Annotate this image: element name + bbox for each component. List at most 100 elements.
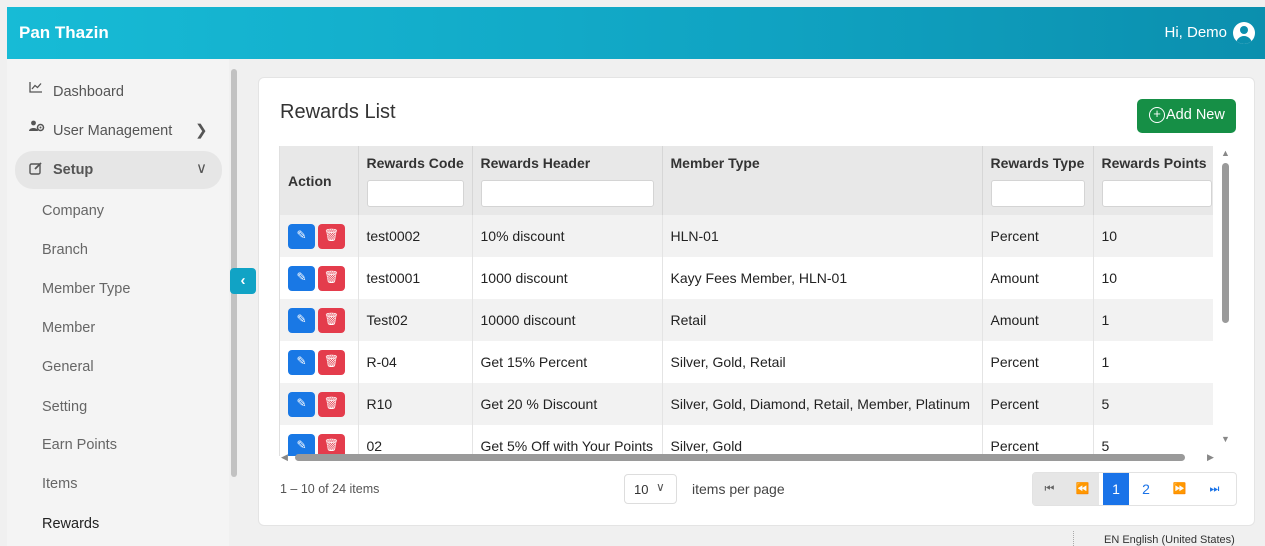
- collapse-sidebar-button[interactable]: ‹: [230, 268, 256, 294]
- add-new-button[interactable]: + Add New: [1137, 99, 1236, 133]
- page-button-2[interactable]: 2: [1133, 473, 1159, 505]
- sidebar-subitem[interactable]: Member Type: [42, 281, 130, 297]
- column-header-label: Rewards Type: [990, 155, 1085, 171]
- scroll-down-icon[interactable]: ▼: [1221, 434, 1230, 444]
- sidebar-item-label: Dashboard: [53, 84, 124, 100]
- user-greeting[interactable]: Hi, Demo: [1164, 24, 1227, 41]
- filter-input[interactable]: [990, 180, 1085, 207]
- table-row[interactable]: ✎ 🗑 test0002 10% discount HLN-01 Percent 10: [280, 215, 1213, 257]
- sidebar-subitem[interactable]: Items: [42, 476, 77, 492]
- filter-input[interactable]: [1101, 180, 1212, 207]
- column-header-rewards-type: Rewards Type: [982, 146, 1094, 215]
- table-cell: Kayy Fees Member, HLN-01: [662, 257, 983, 299]
- column-header-rewards-code: Rewards Code: [358, 146, 473, 215]
- delete-button[interactable]: 🗑: [318, 307, 345, 333]
- trash-icon: 🗑: [323, 395, 340, 410]
- page-title: Rewards List: [280, 101, 396, 123]
- page-size-value: 10: [634, 482, 649, 497]
- action-cell: ✎ 🗑: [280, 383, 359, 425]
- delete-button[interactable]: 🗑: [318, 349, 345, 375]
- scroll-up-icon[interactable]: ▲: [1221, 148, 1230, 158]
- table-cell: Get 20 % Discount: [472, 383, 663, 425]
- app-window: Pan Thazin Hi, Demo Dashboard User Manag…: [0, 0, 1265, 546]
- sidebar-item-dashboard[interactable]: Dashboard: [7, 81, 222, 105]
- delete-button[interactable]: 🗑: [318, 265, 345, 291]
- sidebar-subitem[interactable]: Company: [42, 203, 104, 219]
- table-cell: Silver, Gold, Retail: [662, 341, 983, 383]
- table-cell: Test02: [358, 299, 473, 341]
- column-header-label: Member Type: [670, 155, 760, 171]
- table-cell: 1000 discount: [472, 257, 663, 299]
- pencil-icon: ✎: [296, 227, 307, 242]
- top-bar: Pan Thazin Hi, Demo: [7, 7, 1265, 59]
- trash-icon: 🗑: [323, 353, 340, 368]
- action-cell: ✎ 🗑: [280, 215, 359, 257]
- table-cell: test0001: [358, 257, 473, 299]
- filter-input[interactable]: [366, 180, 464, 207]
- pencil-icon: ✎: [296, 395, 307, 410]
- sidebar-subitem[interactable]: Earn Points: [42, 437, 117, 453]
- brand-title[interactable]: Pan Thazin: [19, 23, 109, 43]
- table-cell: Retail: [662, 299, 983, 341]
- page-button-1[interactable]: 1: [1103, 473, 1129, 505]
- users-gear-icon: [29, 120, 45, 135]
- table-cell: R-04: [358, 341, 473, 383]
- table-row[interactable]: ✎ 🗑 R10 Get 20 % Discount Silver, Gold, Diam…: [280, 383, 1213, 425]
- delete-button[interactable]: 🗑: [318, 391, 345, 417]
- sidebar-scrollbar[interactable]: [230, 59, 238, 546]
- trash-icon: 🗑: [323, 227, 340, 242]
- trash-icon: 🗑: [323, 437, 340, 452]
- table-cell: Amount: [982, 299, 1094, 341]
- edit-button[interactable]: ✎: [288, 265, 315, 291]
- column-header-rewards-header: Rewards Header: [472, 146, 663, 215]
- language-indicator[interactable]: EN English (United States): [1104, 534, 1235, 546]
- chart-line-icon: [29, 81, 43, 96]
- table-row[interactable]: ✎ 🗑 test0001 1000 discount Kayy Fees Member,…: [280, 257, 1213, 299]
- first-page-icon[interactable]: ⏮: [1033, 473, 1066, 505]
- sidebar-item-setup[interactable]: Setup ∨: [15, 151, 222, 189]
- delete-button[interactable]: 🗑: [318, 223, 345, 249]
- grid-vertical-scrollbar[interactable]: ▲ ▼: [1219, 146, 1233, 456]
- previous-page-icon[interactable]: ⏪: [1066, 473, 1099, 505]
- chevron-right-icon: ❯: [195, 122, 208, 139]
- edit-button[interactable]: ✎: [288, 391, 315, 417]
- table-cell: 10: [1093, 215, 1213, 257]
- pencil-icon: ✎: [296, 269, 307, 284]
- edit-button[interactable]: ✎: [288, 223, 315, 249]
- sidebar-item-user-management[interactable]: User Management ❯: [7, 120, 222, 144]
- page-size-select[interactable]: 10 ∨: [624, 474, 677, 504]
- pencil-icon: ✎: [296, 437, 307, 452]
- chevron-down-icon: ∨: [656, 480, 665, 494]
- table-cell: Amount: [982, 257, 1094, 299]
- next-page-icon[interactable]: ⏩: [1163, 473, 1196, 505]
- edit-button[interactable]: ✎: [288, 349, 315, 375]
- table-row[interactable]: ✎ 🗑 R-04 Get 15% Percent Silver, Gold, Retai…: [280, 341, 1213, 383]
- edit-button[interactable]: ✎: [288, 307, 315, 333]
- filter-input[interactable]: [480, 180, 654, 207]
- add-new-label: Add New: [1166, 107, 1225, 123]
- sidebar-subitem[interactable]: Rewards: [42, 516, 99, 532]
- items-per-page-label: items per page: [692, 481, 785, 497]
- table-cell: 10% discount: [472, 215, 663, 257]
- table-cell: Get 15% Percent: [472, 341, 663, 383]
- rewards-grid: Action Rewards Code Rewards Header Membe…: [279, 146, 1213, 456]
- scroll-left-icon[interactable]: ◀: [281, 452, 288, 463]
- pencil-icon: ✎: [296, 311, 307, 326]
- column-header-action: Action: [280, 146, 359, 215]
- grid-horizontal-scrollbar[interactable]: ◀ ▶: [279, 452, 1219, 462]
- pencil-icon: ✎: [296, 353, 307, 368]
- table-cell: Percent: [982, 215, 1094, 257]
- sidebar-subitem[interactable]: Branch: [42, 242, 88, 258]
- column-header-label: Rewards Points: [1101, 155, 1207, 171]
- trash-icon: 🗑: [323, 311, 340, 326]
- last-page-icon[interactable]: ⏭: [1198, 473, 1231, 505]
- table-cell: HLN-01: [662, 215, 983, 257]
- sidebar: Dashboard User Management ❯ Setup ∨ Comp…: [7, 59, 229, 546]
- scroll-right-icon[interactable]: ▶: [1207, 452, 1214, 463]
- sidebar-subitem[interactable]: General: [42, 359, 94, 375]
- table-cell: 1: [1093, 299, 1213, 341]
- sidebar-subitem[interactable]: Setting: [42, 399, 87, 415]
- table-row[interactable]: ✎ 🗑 Test02 10000 discount Retail Amount 1: [280, 299, 1213, 341]
- user-circle-icon[interactable]: [1233, 22, 1255, 44]
- sidebar-subitem[interactable]: Member: [42, 320, 95, 336]
